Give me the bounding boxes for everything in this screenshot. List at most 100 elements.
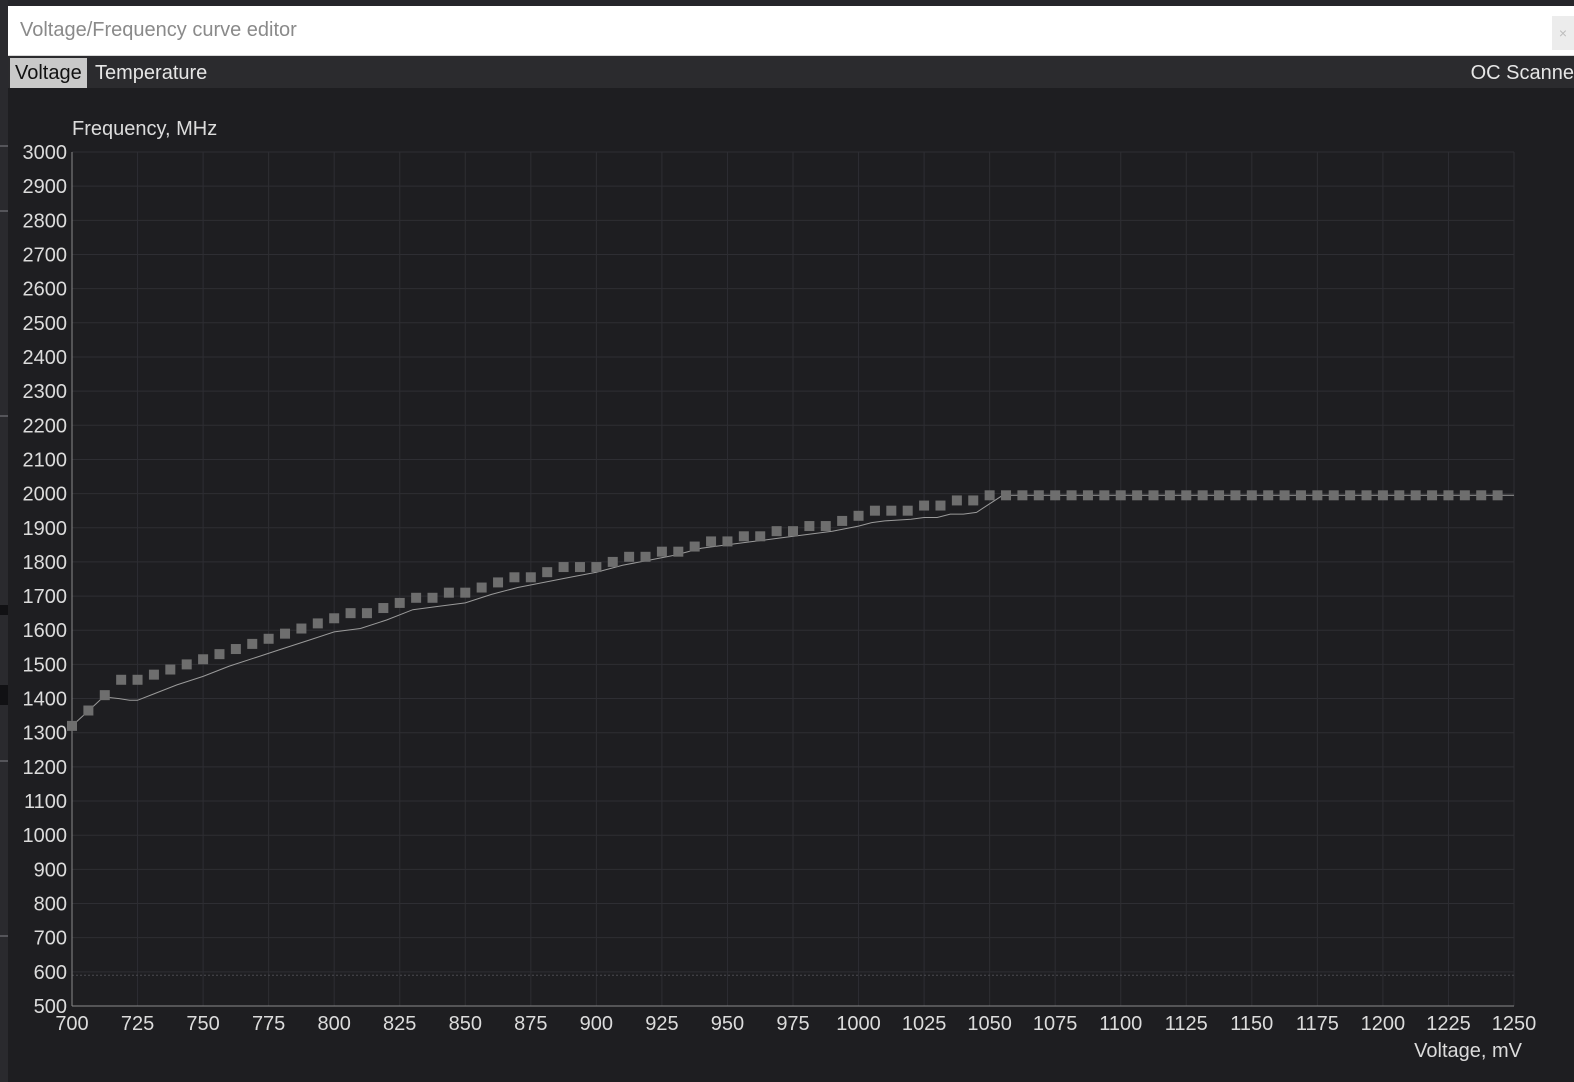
title-bar[interactable]: Voltage/Frequency curve editor × — [8, 6, 1574, 56]
curve-point[interactable] — [247, 638, 258, 649]
curve-point[interactable] — [345, 608, 356, 619]
curve-point[interactable] — [1476, 490, 1487, 501]
curve-point[interactable] — [1164, 490, 1175, 501]
curve-point[interactable] — [83, 705, 94, 716]
curve-point[interactable] — [460, 587, 471, 598]
curve-point[interactable] — [1263, 490, 1274, 501]
curve-point[interactable] — [378, 603, 389, 614]
curve-point[interactable] — [394, 597, 405, 608]
vf-curve-plot[interactable]: Frequency, MHz 500 600 700 800 900 1000 1100 12… — [8, 88, 1574, 1082]
curve-point[interactable] — [329, 613, 340, 624]
curve-point[interactable] — [181, 659, 192, 670]
curve-point[interactable] — [214, 649, 225, 660]
curve-point[interactable] — [722, 536, 733, 547]
curve-point[interactable] — [935, 500, 946, 511]
curve-point[interactable] — [1017, 490, 1028, 501]
curve-point[interactable] — [591, 562, 602, 573]
curve-point[interactable] — [1295, 490, 1306, 501]
curve-point[interactable] — [837, 515, 848, 526]
curve-point[interactable] — [148, 669, 159, 680]
x-tick-label: 1000 — [836, 1013, 881, 1035]
curve-point[interactable] — [1279, 490, 1290, 501]
tab-voltage[interactable]: Voltage — [10, 58, 87, 88]
curve-point[interactable] — [640, 551, 651, 562]
curve-point[interactable] — [427, 592, 438, 603]
curve-point[interactable] — [788, 526, 798, 537]
curve-point[interactable] — [263, 633, 274, 644]
curve-point[interactable] — [443, 587, 454, 598]
curve-point[interactable] — [361, 608, 372, 619]
curve-point[interactable] — [706, 536, 717, 547]
curve-point[interactable] — [1394, 490, 1405, 501]
curve-point[interactable] — [1377, 490, 1388, 501]
curve-point[interactable] — [1427, 490, 1438, 501]
curve-point[interactable] — [1066, 490, 1077, 501]
curve-point[interactable] — [1328, 490, 1339, 501]
curve-point[interactable] — [509, 572, 520, 583]
curve-point[interactable] — [1099, 490, 1110, 501]
curve-point[interactable] — [755, 531, 766, 542]
curve-point[interactable] — [1492, 490, 1503, 501]
curve-point[interactable] — [1361, 490, 1372, 501]
curve-point[interactable] — [689, 541, 700, 552]
curve-point[interactable] — [1410, 490, 1421, 501]
curve-point[interactable] — [853, 510, 864, 521]
curve-point[interactable] — [67, 720, 77, 731]
x-tick-label: 875 — [514, 1013, 547, 1035]
curve-point[interactable] — [984, 490, 995, 501]
window-title: Voltage/Frequency curve editor — [20, 19, 297, 41]
curve-point[interactable] — [1148, 490, 1159, 501]
curve-point[interactable] — [1246, 490, 1257, 501]
curve-point[interactable] — [165, 664, 176, 675]
curve-point[interactable] — [902, 505, 913, 516]
curve-point[interactable] — [116, 674, 127, 685]
curve-point[interactable] — [312, 618, 323, 629]
curve-point[interactable] — [1082, 490, 1093, 501]
curve-point[interactable] — [574, 562, 585, 573]
oc-scanner-button[interactable]: OC Scanne — [1471, 58, 1574, 88]
curve-point[interactable] — [1001, 490, 1012, 501]
curve-point[interactable] — [198, 654, 209, 665]
curve-point[interactable] — [1459, 490, 1470, 501]
y-tick-label: 2900 — [23, 176, 68, 198]
curve-point[interactable] — [624, 551, 635, 562]
curve-point[interactable] — [771, 526, 782, 537]
curve-point[interactable] — [99, 690, 110, 701]
curve-point[interactable] — [1115, 490, 1126, 501]
curve-point[interactable] — [525, 572, 536, 583]
curve-point[interactable] — [1181, 490, 1192, 501]
curve-point[interactable] — [558, 562, 569, 573]
curve-point[interactable] — [1443, 490, 1454, 501]
curve-point[interactable] — [493, 577, 504, 588]
curve-point[interactable] — [738, 531, 749, 542]
curve-point[interactable] — [886, 505, 897, 516]
curve-point[interactable] — [476, 582, 487, 593]
curve-point[interactable] — [1197, 490, 1208, 501]
curve-point[interactable] — [1050, 490, 1061, 501]
curve-point[interactable] — [607, 556, 618, 567]
curve-point[interactable] — [968, 495, 979, 506]
tab-temperature[interactable]: Temperature — [90, 58, 212, 88]
curve-point[interactable] — [673, 546, 684, 557]
curve-point[interactable] — [869, 505, 880, 516]
curve-point[interactable] — [1214, 490, 1225, 501]
curve-point[interactable] — [411, 592, 422, 603]
curve-point[interactable] — [280, 628, 291, 639]
close-button[interactable]: × — [1552, 16, 1574, 50]
curve-point[interactable] — [820, 521, 831, 532]
curve-point[interactable] — [656, 546, 667, 557]
vf-curve-chart[interactable]: 5006007008009001000110012001300140015001… — [8, 88, 1574, 1082]
curve-point[interactable] — [1230, 490, 1241, 501]
curve-point[interactable] — [542, 567, 553, 578]
curve-point[interactable] — [296, 623, 307, 634]
curve-point[interactable] — [1033, 490, 1044, 501]
curve-point[interactable] — [1132, 490, 1143, 501]
curve-point[interactable] — [230, 644, 241, 655]
x-tick-label: 925 — [645, 1013, 678, 1035]
curve-point[interactable] — [919, 500, 930, 511]
curve-point[interactable] — [951, 495, 962, 506]
curve-point[interactable] — [132, 674, 143, 685]
curve-point[interactable] — [804, 521, 815, 532]
curve-point[interactable] — [1312, 490, 1323, 501]
curve-point[interactable] — [1345, 490, 1356, 501]
